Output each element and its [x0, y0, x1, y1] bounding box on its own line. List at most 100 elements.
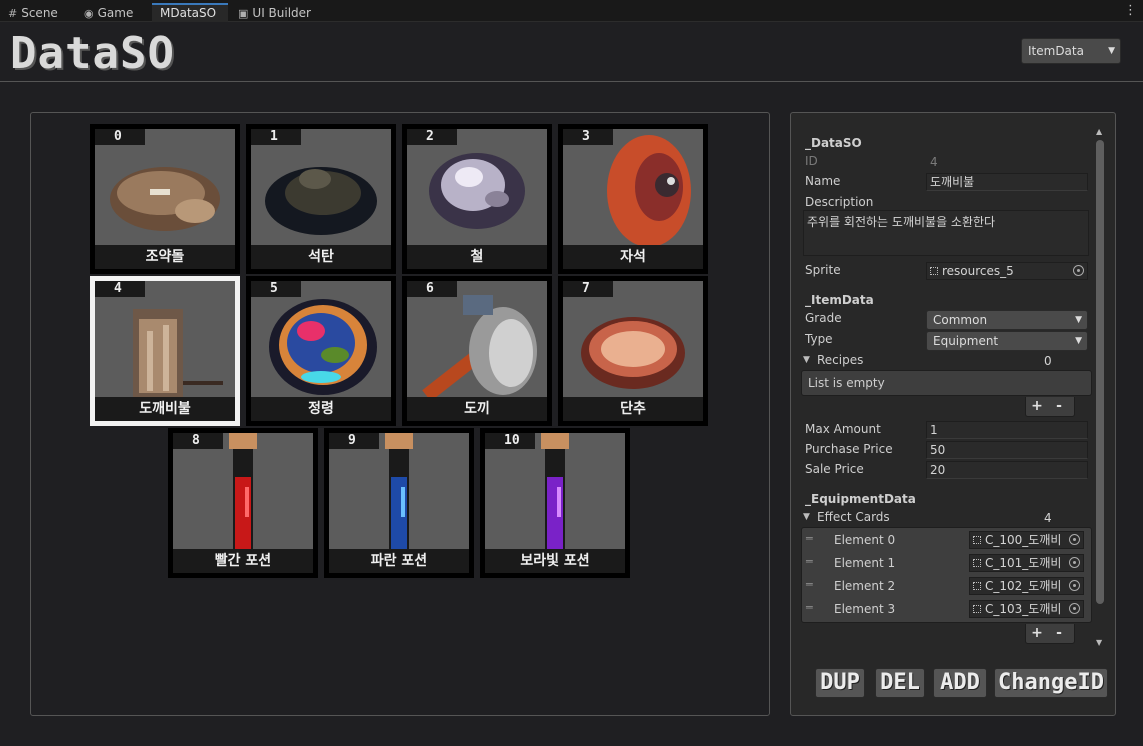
inspector-scrollbar[interactable]: [1096, 140, 1104, 604]
foldout-arrow-icon[interactable]: ▼: [803, 512, 810, 522]
type-dropdown[interactable]: Equipment ▼: [926, 331, 1088, 351]
item-name: 조약돌: [95, 245, 235, 269]
effect-card-object-field[interactable]: C_103_도깨비: [969, 600, 1084, 618]
object-picker-icon[interactable]: [1069, 580, 1080, 591]
object-picker-icon[interactable]: [1069, 603, 1080, 614]
item-id: 10: [485, 433, 535, 449]
tab-scene-label: Scene: [21, 6, 58, 20]
itemdata-section-header: _ItemData: [805, 293, 874, 307]
tab-scene[interactable]: # Scene: [0, 3, 66, 22]
scroll-down-icon[interactable]: ▼: [1096, 638, 1102, 647]
object-picker-icon[interactable]: [1073, 265, 1084, 276]
purchase-price-field[interactable]: 50: [926, 441, 1088, 459]
scroll-up-icon[interactable]: ▲: [1096, 127, 1102, 136]
item-name: 석탄: [251, 245, 391, 269]
type-label: Type: [805, 332, 833, 346]
item-card[interactable]: 4 도깨비불: [90, 276, 240, 426]
item-card[interactable]: 10 보라빛 포션: [480, 428, 630, 578]
item-card-inner: 8 빨간 포션: [173, 433, 313, 573]
item-name: 정령: [251, 397, 391, 421]
object-picker-icon[interactable]: [1069, 557, 1080, 568]
page-title: DataSO: [10, 28, 175, 79]
chevron-down-icon: ▼: [1075, 315, 1082, 325]
del-button[interactable]: DEL: [875, 668, 925, 698]
object-picker-icon[interactable]: [1069, 534, 1080, 545]
name-field[interactable]: 도깨비불: [926, 173, 1088, 191]
effect-cards-label[interactable]: Effect Cards: [817, 510, 890, 524]
item-card[interactable]: 7 단추: [558, 276, 708, 426]
type-selector-dropdown[interactable]: ItemData ▼: [1021, 38, 1121, 64]
tab-ui-builder[interactable]: ▣ UI Builder: [230, 3, 319, 22]
scene-icon: #: [8, 7, 18, 20]
scriptable-object-icon: [973, 559, 981, 567]
item-id: 5: [251, 281, 301, 297]
drag-handle-icon[interactable]: ═: [806, 532, 813, 545]
editor-tab-bar: # Scene ◉ Game MDataSO ▣ UI Builder ⋮: [0, 0, 1143, 22]
item-name: 단추: [563, 397, 703, 421]
effect-card-element-label: Element 3: [834, 602, 896, 616]
more-options-icon[interactable]: ⋮: [1124, 3, 1137, 18]
foldout-arrow-icon[interactable]: ▼: [803, 355, 810, 365]
item-name: 빨간 포션: [173, 549, 313, 573]
effect-card-object-field[interactable]: C_102_도깨비: [969, 577, 1084, 595]
item-name: 보라빛 포션: [485, 549, 625, 573]
chevron-down-icon: ▼: [1075, 336, 1082, 346]
effect-card-object-field[interactable]: C_100_도깨비: [969, 531, 1084, 549]
window-icon: ▣: [238, 7, 249, 20]
drag-handle-icon[interactable]: ═: [806, 578, 813, 591]
tab-game[interactable]: ◉ Game: [76, 3, 141, 22]
effect-cards-add-button[interactable]: +: [1026, 624, 1048, 643]
item-card[interactable]: 9 파란 포션: [324, 428, 474, 578]
item-card[interactable]: 8 빨간 포션: [168, 428, 318, 578]
item-card-inner: 0 조약돌: [95, 129, 235, 269]
item-id: 4: [95, 281, 145, 297]
chevron-down-icon: ▼: [1108, 46, 1115, 56]
item-id: 3: [563, 129, 613, 145]
effect-cards-count-field[interactable]: 4: [1040, 509, 1090, 527]
item-name: 철: [407, 245, 547, 269]
effect-card-value: C_102_도깨비: [985, 579, 1062, 593]
dataso-section-header: _DataSO: [805, 136, 862, 150]
grade-dropdown[interactable]: Common ▼: [926, 310, 1088, 330]
item-id: 2: [407, 129, 457, 145]
tab-mdataso[interactable]: MDataSO: [152, 3, 228, 22]
tab-ui-builder-label: UI Builder: [252, 6, 311, 20]
purchase-price-label: Purchase Price: [805, 442, 893, 456]
item-card[interactable]: 0 조약돌: [90, 124, 240, 274]
item-name: 파란 포션: [329, 549, 469, 573]
sprite-label: Sprite: [805, 263, 841, 277]
dup-button[interactable]: DUP: [815, 668, 865, 698]
recipes-empty-text: List is empty: [808, 376, 885, 390]
effect-card-object-field[interactable]: C_101_도깨비: [969, 554, 1084, 572]
add-button[interactable]: ADD: [933, 668, 987, 698]
item-card[interactable]: 6 도끼: [402, 276, 552, 426]
scriptable-object-icon: [973, 536, 981, 544]
drag-handle-icon[interactable]: ═: [806, 601, 813, 614]
recipes-label[interactable]: Recipes: [817, 353, 863, 367]
id-label: ID: [805, 154, 818, 168]
recipes-add-remove: + -: [1025, 397, 1075, 417]
effect-card-value: C_100_도깨비: [985, 533, 1062, 547]
item-id: 6: [407, 281, 457, 297]
drag-handle-icon[interactable]: ═: [806, 555, 813, 568]
item-card-inner: 3 자석: [563, 129, 703, 269]
change-id-button[interactable]: ChangeID: [994, 668, 1108, 698]
grade-value: Common: [933, 313, 988, 327]
name-label: Name: [805, 174, 841, 188]
max-amount-field[interactable]: 1: [926, 421, 1088, 439]
item-card[interactable]: 1 석탄: [246, 124, 396, 274]
recipes-count-field[interactable]: 0: [1040, 352, 1090, 370]
equipmentdata-section-header: _EquipmentData: [805, 492, 916, 506]
effect-cards-remove-button[interactable]: -: [1048, 624, 1070, 643]
recipes-add-button[interactable]: +: [1026, 397, 1048, 416]
sprite-object-field[interactable]: resources_5: [926, 262, 1088, 280]
item-id: 0: [95, 129, 145, 145]
item-card[interactable]: 2철: [402, 124, 552, 274]
item-card[interactable]: 5 정령: [246, 276, 396, 426]
item-card-inner: 7 단추: [563, 281, 703, 421]
item-card[interactable]: 3 자석: [558, 124, 708, 274]
description-field[interactable]: 주위를 회전하는 도깨비불을 소환한다: [803, 210, 1089, 256]
effect-card-value: C_103_도깨비: [985, 602, 1062, 616]
sale-price-field[interactable]: 20: [926, 461, 1088, 479]
recipes-remove-button[interactable]: -: [1048, 397, 1070, 416]
